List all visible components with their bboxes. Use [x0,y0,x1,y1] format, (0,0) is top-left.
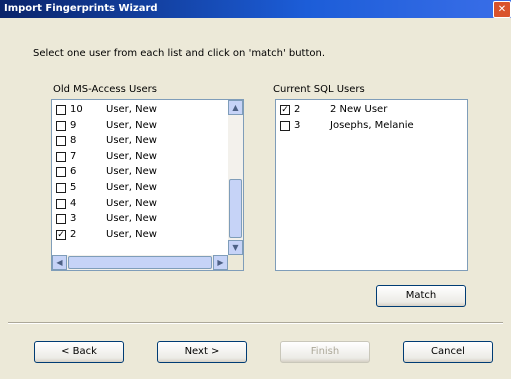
user-id: 3 [70,213,77,225]
window-title: Import Fingerprints Wizard [4,3,158,14]
checkbox[interactable]: ✓ [56,229,66,240]
user-name: User, New [106,150,157,162]
checkbox[interactable] [56,167,66,178]
scroll-up-icon[interactable]: ▲ [228,100,243,115]
user-id: 6 [70,166,77,178]
user-name: User, New [106,213,157,225]
user-name: 2 New User [330,104,388,115]
checkbox[interactable] [56,136,66,147]
checkbox[interactable] [56,198,66,209]
list-item[interactable]: 3 User, New [56,213,226,227]
checkbox[interactable]: ✓ [280,105,290,115]
list-item[interactable]: ✓ 2 User, New [56,228,226,243]
checkbox[interactable] [56,214,66,225]
title-bar: Import Fingerprints Wizard ✕ [0,0,511,18]
user-name: User, New [106,135,157,147]
close-button[interactable]: ✕ [493,1,511,18]
user-name: User, New [106,104,157,115]
list-item[interactable]: 5 User, New [56,182,226,196]
user-id: 2 [294,104,301,115]
scroll-right-icon[interactable]: ▶ [213,255,228,270]
list-item[interactable]: 3 Josephs, Melanie [280,119,450,134]
user-name: User, New [106,228,157,240]
checkbox[interactable] [56,183,66,193]
separator [8,322,503,324]
user-id: 2 [70,228,77,240]
list-item[interactable]: 10 User, New [56,104,226,118]
old-users-label: Old MS-Access Users [53,84,157,95]
current-users-label: Current SQL Users [273,84,365,95]
list-item[interactable]: 9 User, New [56,119,226,134]
user-name: User, New [106,166,157,178]
checkbox[interactable] [56,120,66,131]
list-item[interactable]: ✓ 2 2 New User [280,104,450,118]
list-item[interactable]: 6 User, New [56,166,226,180]
scroll-thumb-vertical[interactable] [229,179,242,238]
user-id: 10 [70,104,83,115]
checkbox[interactable] [280,120,290,131]
list-item[interactable]: 4 User, New [56,197,226,212]
checkbox[interactable] [56,151,66,162]
user-name: User, New [106,119,157,131]
scroll-thumb-horizontal[interactable] [68,256,212,269]
user-id: 5 [70,182,77,193]
checkbox[interactable] [56,105,66,115]
user-name: User, New [106,182,157,193]
next-button[interactable]: Next > [157,341,247,363]
list-item[interactable]: 7 User, New [56,150,226,165]
cancel-button[interactable]: Cancel [403,341,493,363]
user-id: 8 [70,135,77,147]
current-users-listbox[interactable]: ✓ 2 2 New User 3 Josephs, Melanie [275,99,468,271]
size-grip [228,255,243,270]
scroll-down-icon[interactable]: ▼ [228,240,243,255]
user-id: 3 [294,119,301,131]
back-button[interactable]: < Back [34,341,124,363]
list-item[interactable]: 8 User, New [56,135,226,149]
user-id: 9 [70,119,77,131]
scroll-left-icon[interactable]: ◀ [52,255,67,270]
user-name: Josephs, Melanie [330,119,414,131]
finish-button: Finish [280,341,370,363]
match-button[interactable]: Match [376,285,466,307]
user-id: 4 [70,197,77,209]
old-users-listbox[interactable]: 10 User, New 9 User, New 8 User, New 7 User, Ne… [51,99,244,271]
instruction-text: Select one user from each list and click… [33,48,326,59]
user-id: 7 [70,150,77,162]
horizontal-scrollbar[interactable]: ◀ ▶ [52,255,228,270]
user-name: User, New [106,197,157,209]
vertical-scrollbar[interactable]: ▲ ▼ [228,100,243,255]
